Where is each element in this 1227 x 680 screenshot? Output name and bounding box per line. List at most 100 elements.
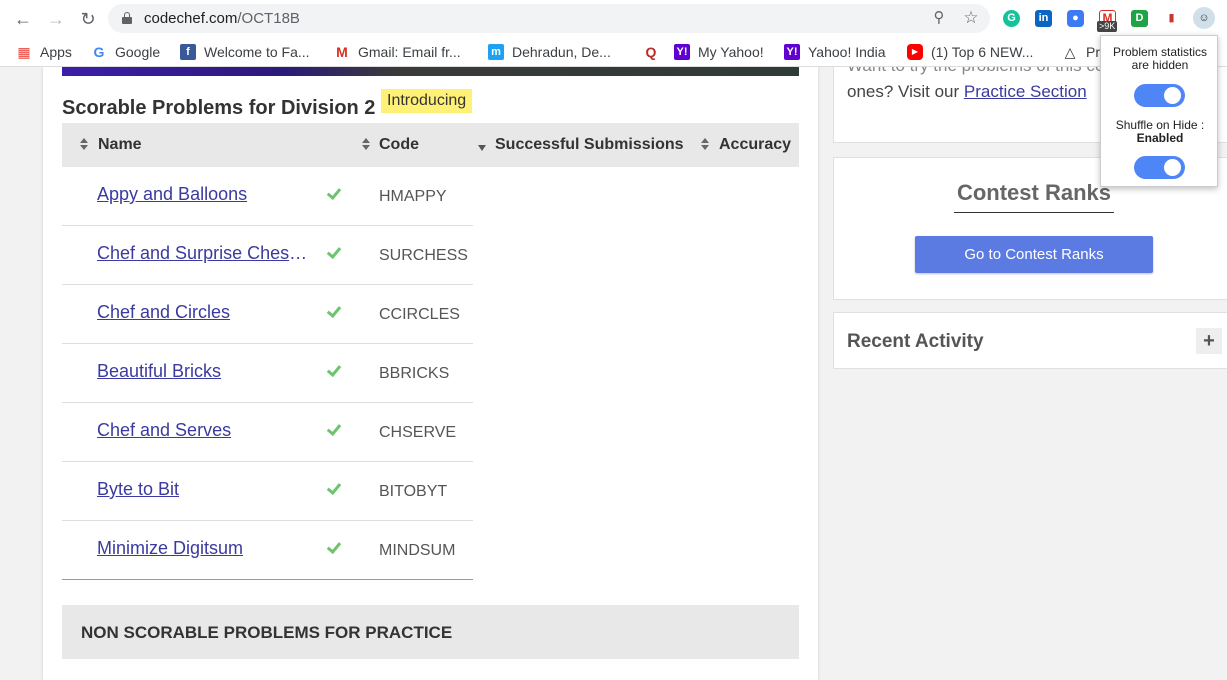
- url-text[interactable]: codechef.com/OCT18B: [144, 10, 300, 27]
- recent-activity-card: Recent Activity +: [833, 312, 1227, 369]
- practice-prefix: ones? Visit our: [847, 82, 964, 101]
- address-bar[interactable]: codechef.com/OCT18B ⚲ ☆: [108, 4, 990, 33]
- problem-code: BITOBYT: [379, 483, 448, 500]
- bookmark-youtube[interactable]: ▶ (1) Top 6 NEW...: [907, 43, 1033, 61]
- bookmark-star-icon[interactable]: ☆: [962, 9, 980, 27]
- apps-grid-icon: ▦: [17, 44, 31, 60]
- problem-code: BBRICKS: [379, 365, 450, 382]
- browser-toolbar: ← → ↻ codechef.com/OCT18B ⚲ ☆ G in ● M >…: [0, 0, 1227, 37]
- problem-link[interactable]: Chef and Surprise Chess...: [97, 243, 312, 264]
- problem-link[interactable]: Chef and Circles: [97, 302, 312, 323]
- table-row: Chef and Circles CCIRCLES: [62, 285, 473, 344]
- column-header-name[interactable]: Name: [98, 136, 142, 154]
- problems-table-body: Appy and Balloons HMAPPY Chef and Surpri…: [62, 167, 473, 580]
- bookmark-label: Gmail: Email fr...: [358, 44, 461, 60]
- bookmark-label: Yahoo! India: [808, 44, 886, 60]
- bookmark-google[interactable]: G Google: [91, 43, 161, 61]
- bookmark-label: Dehradun, De...: [512, 44, 611, 60]
- solved-check-icon: [327, 244, 341, 258]
- grammarly-icon[interactable]: G: [1003, 10, 1020, 27]
- yahoo-icon: Y!: [784, 44, 800, 60]
- solved-check-icon: [327, 421, 341, 435]
- gmail-icon: M: [336, 44, 348, 60]
- url-host: codechef.com: [144, 10, 238, 27]
- forward-arrow-icon[interactable]: →: [45, 8, 67, 30]
- back-arrow-icon[interactable]: ←: [12, 8, 34, 30]
- problem-link[interactable]: Chef and Serves: [97, 420, 312, 441]
- non-scorable-section-header[interactable]: NON SCORABLE PROBLEMS FOR PRACTICE: [62, 605, 799, 659]
- bookmark-yahoo-india[interactable]: Y! Yahoo! India: [784, 43, 886, 61]
- contest-banner: [62, 67, 799, 76]
- solved-check-icon: [327, 303, 341, 317]
- youtube-icon: ▶: [907, 44, 923, 60]
- practice-section-link[interactable]: Practice Section: [964, 82, 1087, 101]
- shuffle-toggle[interactable]: [1134, 156, 1185, 179]
- recent-activity-title: Recent Activity: [847, 331, 984, 352]
- problem-link[interactable]: Beautiful Bricks: [97, 361, 312, 382]
- linkedin-icon[interactable]: in: [1035, 10, 1052, 27]
- hide-stats-toggle[interactable]: [1134, 84, 1185, 107]
- sort-submissions-icon[interactable]: [478, 145, 486, 151]
- go-to-contest-ranks-button[interactable]: Go to Contest Ranks: [915, 236, 1153, 273]
- contest-ranks-title: Contest Ranks: [954, 180, 1114, 213]
- shuffle-label-line2: Enabled: [1136, 131, 1184, 145]
- problem-code: HMAPPY: [379, 188, 447, 205]
- bookmark-my-yahoo[interactable]: Y! My Yahoo!: [674, 43, 764, 61]
- problem-code: CCIRCLES: [379, 306, 460, 323]
- solved-check-icon: [327, 539, 341, 553]
- sort-code-icon[interactable]: [361, 136, 371, 154]
- bell-extension-icon[interactable]: ●: [1067, 10, 1084, 27]
- bookmark-apps[interactable]: ▦ Apps: [16, 43, 72, 61]
- problem-code: MINDSUM: [379, 542, 456, 559]
- solved-check-icon: [327, 185, 341, 199]
- bookmark-dehradun[interactable]: m Dehradun, De...: [488, 43, 611, 61]
- column-header-code[interactable]: Code: [379, 136, 419, 154]
- bookmark-quora[interactable]: Q: [643, 43, 667, 61]
- reload-icon[interactable]: ↻: [77, 8, 99, 30]
- problem-link[interactable]: Minimize Digitsum: [97, 538, 312, 559]
- lock-icon: [122, 12, 132, 24]
- quora-icon: Q: [645, 44, 657, 60]
- column-header-accuracy[interactable]: Accuracy: [719, 136, 791, 154]
- solved-check-icon: [327, 480, 341, 494]
- problem-code: SURCHESS: [379, 247, 468, 264]
- bookmark-label: (1) Top 6 NEW...: [931, 44, 1034, 60]
- section-title: Scorable Problems for Division 2: [62, 97, 376, 119]
- table-row: Beautiful Bricks BBRICKS: [62, 344, 473, 403]
- column-header-submissions[interactable]: Successful Submissions: [495, 136, 684, 154]
- introducing-tag: Introducing: [381, 89, 473, 113]
- sort-name-icon[interactable]: [79, 136, 89, 154]
- bookmark-label: Welcome to Fa...: [204, 44, 310, 60]
- yahoo-icon: Y!: [674, 44, 690, 60]
- facebook-icon: f: [180, 44, 196, 60]
- bookmark-gmail[interactable]: M Gmail: Email fr...: [334, 43, 461, 61]
- problem-code: CHSERVE: [379, 424, 457, 441]
- table-row: Chef and Serves CHSERVE: [62, 403, 473, 462]
- bookmark-unity[interactable]: △ Pr: [1062, 43, 1100, 61]
- m-icon: m: [488, 44, 504, 60]
- extension-popup: Problem statistics are hidden Shuffle on…: [1100, 35, 1218, 187]
- google-icon: G: [93, 44, 105, 60]
- colorful-bars-icon[interactable]: ▮: [1163, 10, 1180, 27]
- codechef-helper-extension-icon[interactable]: ☺: [1193, 7, 1215, 29]
- bookmark-facebook[interactable]: f Welcome to Fa...: [180, 43, 310, 61]
- bookmark-label: Apps: [40, 44, 72, 60]
- sort-accuracy-icon[interactable]: [700, 136, 710, 154]
- bookmark-label: Pr: [1086, 44, 1100, 60]
- gmail-count-badge: >9K: [1097, 21, 1118, 32]
- d-extension-icon[interactable]: D: [1131, 10, 1148, 27]
- expand-plus-icon[interactable]: +: [1196, 328, 1222, 354]
- problem-link[interactable]: Appy and Balloons: [97, 184, 312, 205]
- problem-link[interactable]: Byte to Bit: [97, 479, 312, 500]
- page-viewport: Scorable Problems for Division 2 Introdu…: [0, 67, 1227, 680]
- zoom-icon[interactable]: ⚲: [930, 9, 948, 27]
- solved-check-icon: [327, 362, 341, 376]
- non-scorable-title: NON SCORABLE PROBLEMS FOR PRACTICE: [81, 623, 453, 642]
- unity-icon: △: [1064, 44, 1076, 60]
- bookmarks-bar: ▦ Apps G Google f Welcome to Fa... M Gmail: …: [0, 37, 1227, 67]
- practice-text-line2: ones? Visit our Practice Section: [847, 82, 1087, 102]
- bookmark-label: My Yahoo!: [698, 44, 764, 60]
- table-row: Byte to Bit BITOBYT: [62, 462, 473, 521]
- bookmark-label: Google: [115, 44, 161, 60]
- problems-table-header: Name Code Successful Submissions Accurac…: [62, 123, 799, 167]
